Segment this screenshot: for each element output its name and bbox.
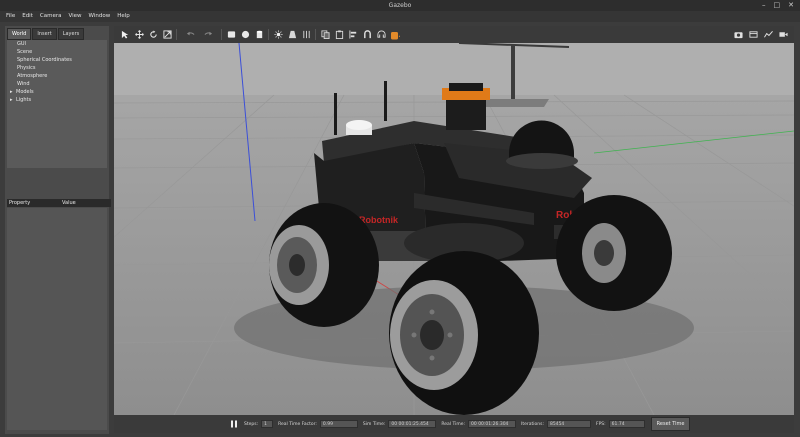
toolbar-separator [315,29,316,40]
snap-icon[interactable] [362,30,372,40]
value-column-header: Value [62,200,76,206]
reset-time-button[interactable]: Reset Time [650,417,691,431]
spot-light-icon[interactable] [287,30,297,40]
screenshot-icon[interactable] [733,29,743,39]
cylinder-icon[interactable] [254,30,264,40]
tab-layers[interactable]: Layers [57,28,85,40]
3d-viewport[interactable]: Robotnik Robotnik [114,43,794,415]
tree-item-gui[interactable]: GUI [7,40,107,48]
real-time-factor-value: 0.99 [319,420,358,428]
align-icon[interactable] [348,30,358,40]
menu-camera[interactable]: Camera [40,11,62,22]
property-column-header: Property [9,200,31,206]
status-bar: Steps: 1 Real Time Factor: 0.99 Sim Time… [114,415,794,433]
menu-bar: File Edit Camera View Window Help [0,11,800,22]
tree-item-label: Models [16,89,34,95]
select-arrow-icon[interactable] [120,30,130,40]
tree-item-label: Spherical Coordinates [17,57,72,63]
tree-item-label: Scene [17,49,33,55]
steps-label: Steps: [244,421,259,427]
robotnik-logo-side: Robotnik [359,215,399,225]
sim-time-value: 00 00:01:25.454 [388,420,437,428]
scale-icon[interactable] [162,30,172,40]
world-tree: GUI Scene Spherical Coordinates Physics … [7,40,107,168]
menu-help[interactable]: Help [117,11,130,22]
sphere-icon[interactable] [240,30,250,40]
paste-icon[interactable] [334,30,344,40]
wheel-rear-right [556,195,672,311]
tree-item-lights[interactable]: ▸ Lights [7,96,107,104]
tree-item-scene[interactable]: Scene [7,48,107,56]
plot-icon[interactable] [763,29,773,39]
iterations-value: 85454 [546,420,591,428]
window-controls: – □ ✕ [762,0,794,11]
rotate-icon[interactable] [148,30,158,40]
redo-icon[interactable] [203,30,213,40]
real-time-value: 00 00:01:26.304 [468,420,517,428]
point-light-icon[interactable] [273,30,283,40]
left-panel: World Insert Layers GUI Scene Spherical … [5,26,111,434]
toolbar-right-group [733,29,788,39]
toolbar-separator [176,29,177,40]
menu-view[interactable]: View [68,11,81,22]
directional-light-icon[interactable] [301,30,311,40]
steps-input[interactable]: 1 [261,420,274,428]
property-table-body [7,208,107,430]
hand-view-icon[interactable] [390,30,400,40]
sim-time-label: Sim Time: [362,421,386,427]
tree-item-models[interactable]: ▸ Models [7,88,107,96]
real-time-factor-label: Real Time Factor: [278,421,317,427]
toolbar-separator [268,29,269,40]
tree-item-label: Lights [16,97,32,103]
undo-icon[interactable] [185,30,195,40]
copy-icon[interactable] [320,30,330,40]
video-icon[interactable] [778,29,788,39]
tree-item-spherical-coordinates[interactable]: Spherical Coordinates [7,56,107,64]
tree-item-label: Atmosphere [17,73,48,79]
tree-item-physics[interactable]: Physics [7,64,107,72]
panel-tabs: World Insert Layers [7,28,85,40]
wheel-front-left [389,251,539,415]
window-titlebar: Gazebo – □ ✕ [0,0,800,11]
tab-world[interactable]: World [7,28,32,40]
menu-file[interactable]: File [6,11,15,22]
iterations-label: Iterations: [521,421,544,427]
fps-value: 61.74 [608,420,645,428]
record-icon[interactable] [748,29,758,39]
tab-insert[interactable]: Insert [32,28,57,40]
toolbar-separator [221,29,222,40]
property-table-header: Property Value [7,199,111,207]
wheel-rear-left [269,203,379,327]
close-icon[interactable]: ✕ [788,0,794,11]
tree-item-label: GUI [17,41,27,47]
menu-window[interactable]: Window [89,11,111,22]
pause-icon[interactable] [229,419,239,429]
menu-edit[interactable]: Edit [22,11,33,22]
maximize-icon[interactable]: □ [774,0,781,11]
real-time-label: Real Time: [441,421,466,427]
tree-item-wind[interactable]: Wind [7,80,107,88]
tree-item-label: Wind [17,81,30,87]
main-toolbar [114,26,794,43]
fps-label: FPS: [595,421,606,427]
scene-render: Robotnik Robotnik [114,43,794,415]
tree-item-atmosphere[interactable]: Atmosphere [7,72,107,80]
minimize-icon[interactable]: – [762,0,766,11]
audio-icon[interactable] [376,30,386,40]
box-icon[interactable] [226,30,236,40]
window-title: Gazebo [388,2,412,9]
translate-icon[interactable] [134,30,144,40]
tree-item-label: Physics [17,65,36,71]
